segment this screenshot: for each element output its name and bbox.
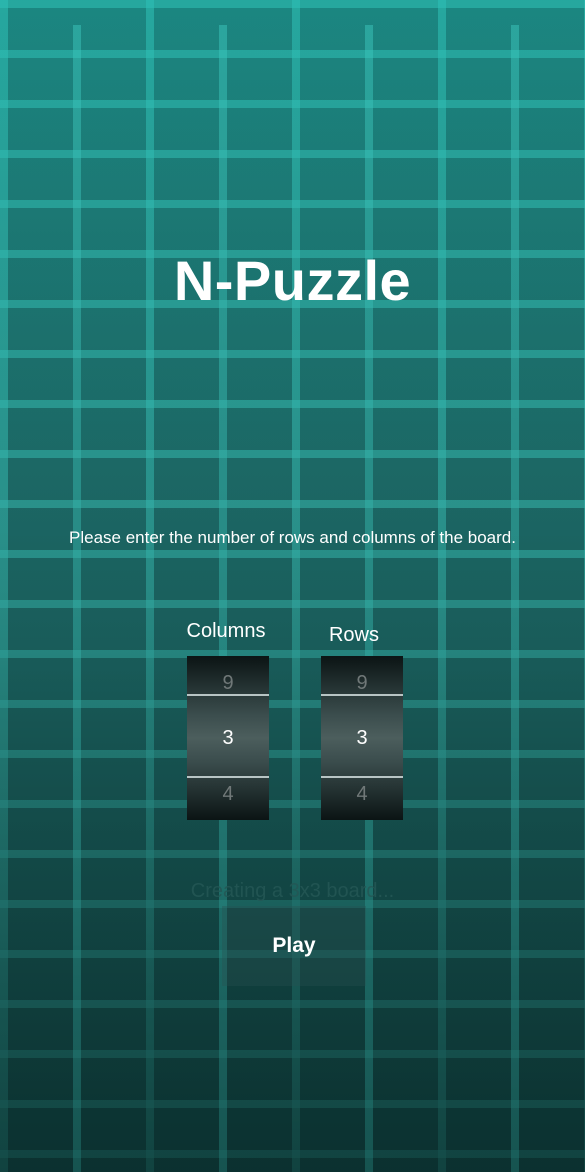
rows-label: Rows: [328, 624, 379, 646]
instructions-text: Please enter the number of rows and colu…: [69, 528, 516, 547]
picker-divider-bottom: [321, 776, 403, 778]
rows-prev-value[interactable]: 9: [321, 672, 403, 695]
app-title: N-Puzzle: [173, 249, 412, 312]
picker-divider-bottom: [187, 776, 269, 778]
rows-selected-value[interactable]: 3: [321, 727, 403, 750]
rows-number-picker[interactable]: 9 3 4: [321, 656, 403, 820]
columns-selected-value[interactable]: 3: [187, 727, 269, 750]
columns-prev-value[interactable]: 9: [187, 672, 269, 695]
background-shade: [0, 0, 585, 1172]
picker-divider-top: [321, 694, 403, 696]
columns-label: Columns: [186, 620, 266, 642]
columns-number-picker[interactable]: 9 3 4: [187, 656, 269, 820]
picker-divider-top: [187, 694, 269, 696]
status-text: Creating a 3x3 board...: [190, 880, 395, 902]
columns-next-value[interactable]: 4: [187, 783, 269, 806]
rows-next-value[interactable]: 4: [321, 783, 403, 806]
play-button[interactable]: Play: [222, 906, 366, 986]
